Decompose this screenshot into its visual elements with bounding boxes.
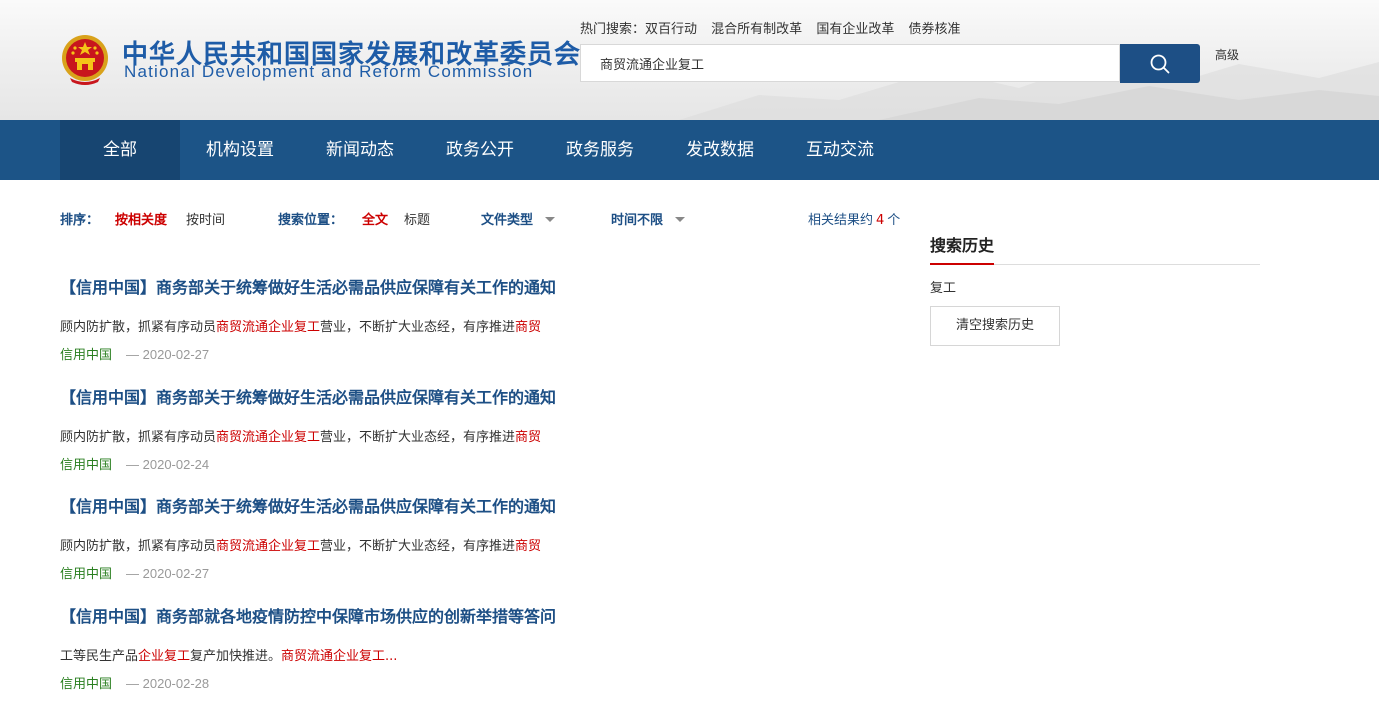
- snippet-text: 营业，不断扩大业态经，有序推进: [320, 430, 516, 445]
- hot-searches-label: 热门搜索：: [580, 22, 646, 37]
- position-full-text[interactable]: 全文: [362, 209, 388, 228]
- result-source-link[interactable]: 信用中国: [60, 458, 112, 473]
- snippet-highlight: 企业复工: [138, 649, 191, 664]
- result-source-link[interactable]: 信用中国: [60, 567, 112, 582]
- chevron-down-icon: [675, 217, 686, 222]
- sort-by-time[interactable]: 按时间: [186, 209, 225, 228]
- snippet-text: 顾内防扩散，抓紧有序动员: [60, 430, 217, 445]
- advanced-search-link[interactable]: 高级: [1215, 46, 1239, 63]
- snippet-highlight: 商贸: [515, 320, 542, 335]
- filetype-label: 文件类型: [481, 213, 534, 228]
- search-history-header: 搜索历史: [930, 232, 1260, 265]
- site-header: 中华人民共和国国家发展和改革委员会 National Development a…: [0, 0, 1379, 120]
- result-snippet: 顾内防扩散，抓紧有序动员商贸流通企业复工营业，不断扩大业态经，有序推进商贸: [60, 316, 600, 335]
- nav-item-data[interactable]: 发改数据: [660, 120, 780, 180]
- snippet-text: 顾内防扩散，抓紧有序动员: [60, 539, 217, 554]
- result-date: — 2020-02-27: [126, 347, 210, 362]
- snippet-text: 工等民生产品: [60, 649, 139, 664]
- search-position-label: 搜索位置：: [278, 213, 344, 228]
- result-count-value: 4: [876, 213, 885, 228]
- filter-bar: 排序： 按相关度 按时间 搜索位置： 全文 标题 文件类型 时间不限 相关结果约…: [0, 209, 930, 229]
- result-title-link[interactable]: 【信用中国】商务部关于统筹做好生活必需品供应保障有关工作的通知: [60, 493, 600, 517]
- result-snippet: 工等民生产品企业复工复产加快推进。商贸流通企业复工...: [60, 645, 600, 664]
- result-meta: 信用中国 — 2020-02-27: [60, 344, 600, 363]
- result-title-link[interactable]: 【信用中国】商务部关于统筹做好生活必需品供应保障有关工作的通知: [60, 384, 600, 408]
- result-date: — 2020-02-28: [126, 676, 210, 691]
- snippet-highlight: 商贸流通企业复工: [216, 539, 321, 554]
- history-item[interactable]: 复工: [930, 277, 956, 296]
- hot-search-link[interactable]: 混合所有制改革: [711, 22, 802, 37]
- position-title[interactable]: 标题: [404, 209, 430, 228]
- filetype-dropdown[interactable]: 文件类型: [481, 209, 556, 228]
- search-button[interactable]: [1120, 44, 1200, 83]
- result-source-link[interactable]: 信用中国: [60, 677, 112, 692]
- search-box: [580, 44, 1120, 82]
- nav-item-organization[interactable]: 机构设置: [180, 120, 300, 180]
- search-result: 【信用中国】商务部关于统筹做好生活必需品供应保障有关工作的通知 顾内防扩散，抓紧…: [60, 274, 600, 363]
- chevron-down-icon: [545, 217, 556, 222]
- result-count-suffix: 个: [887, 213, 901, 228]
- snippet-highlight: 商贸: [515, 539, 542, 554]
- sort-by-relevance[interactable]: 按相关度: [115, 209, 167, 228]
- snippet-highlight: 商贸流通企业复工: [216, 430, 321, 445]
- national-emblem-icon: [62, 35, 108, 85]
- snippet-text: 复产加快推进。: [190, 649, 282, 664]
- search-result: 【信用中国】商务部关于统筹做好生活必需品供应保障有关工作的通知 顾内防扩散，抓紧…: [60, 384, 600, 473]
- site-title-en: National Development and Reform Commissi…: [124, 62, 534, 81]
- result-count: 相关结果约 4 个: [808, 209, 900, 228]
- result-snippet: 顾内防扩散，抓紧有序动员商贸流通企业复工营业，不断扩大业态经，有序推进商贸: [60, 426, 600, 445]
- snippet-highlight: 商贸流通企业复工...: [281, 649, 398, 664]
- search-input[interactable]: [581, 45, 1120, 81]
- hot-search-link[interactable]: 债券核准: [908, 22, 960, 37]
- snippet-text: 顾内防扩散，抓紧有序动员: [60, 320, 217, 335]
- nav-item-gov-services[interactable]: 政务服务: [540, 120, 660, 180]
- result-count-prefix: 相关结果约: [808, 213, 874, 228]
- nav-item-news[interactable]: 新闻动态: [300, 120, 420, 180]
- snippet-text: 营业，不断扩大业态经，有序推进: [320, 320, 516, 335]
- result-title-link[interactable]: 【信用中国】商务部关于统筹做好生活必需品供应保障有关工作的通知: [60, 274, 600, 298]
- result-meta: 信用中国 — 2020-02-24: [60, 454, 600, 473]
- search-result: 【信用中国】商务部关于统筹做好生活必需品供应保障有关工作的通知 顾内防扩散，抓紧…: [60, 493, 600, 582]
- hot-search-link[interactable]: 国有企业改革: [816, 22, 894, 37]
- search-history-panel: 搜索历史 复工 清空搜索历史: [930, 232, 1260, 346]
- hot-search-link[interactable]: 双百行动: [645, 22, 697, 37]
- search-result: 【信用中国】商务部就各地疫情防控中保障市场供应的创新举措等答问 工等民生产品企业…: [60, 603, 600, 692]
- clear-history-button[interactable]: 清空搜索历史: [930, 306, 1060, 346]
- result-title-link[interactable]: 【信用中国】商务部就各地疫情防控中保障市场供应的创新举措等答问: [60, 603, 600, 627]
- snippet-text: 营业，不断扩大业态经，有序推进: [320, 539, 516, 554]
- result-meta: 信用中国 — 2020-02-28: [60, 673, 600, 692]
- hot-searches: 热门搜索：双百行动 混合所有制改革 国有企业改革 债券核准: [580, 18, 971, 37]
- result-meta: 信用中国 — 2020-02-27: [60, 563, 600, 582]
- result-date: — 2020-02-24: [126, 457, 210, 472]
- nav-item-gov-affairs[interactable]: 政务公开: [420, 120, 540, 180]
- time-label: 时间不限: [611, 213, 664, 228]
- result-source-link[interactable]: 信用中国: [60, 348, 112, 363]
- nav-item-all[interactable]: 全部: [60, 120, 180, 180]
- result-snippet: 顾内防扩散，抓紧有序动员商贸流通企业复工营业，不断扩大业态经，有序推进商贸: [60, 535, 600, 554]
- main-nav: 全部 机构设置 新闻动态 政务公开 政务服务 发改数据 互动交流: [0, 120, 1379, 180]
- result-date: — 2020-02-27: [126, 566, 210, 581]
- snippet-highlight: 商贸流通企业复工: [216, 320, 321, 335]
- nav-item-interaction[interactable]: 互动交流: [780, 120, 900, 180]
- sort-label: 排序：: [60, 213, 100, 228]
- search-history-title: 搜索历史: [930, 232, 995, 265]
- time-dropdown[interactable]: 时间不限: [611, 209, 686, 228]
- search-icon: [1150, 54, 1170, 74]
- snippet-highlight: 商贸: [515, 430, 542, 445]
